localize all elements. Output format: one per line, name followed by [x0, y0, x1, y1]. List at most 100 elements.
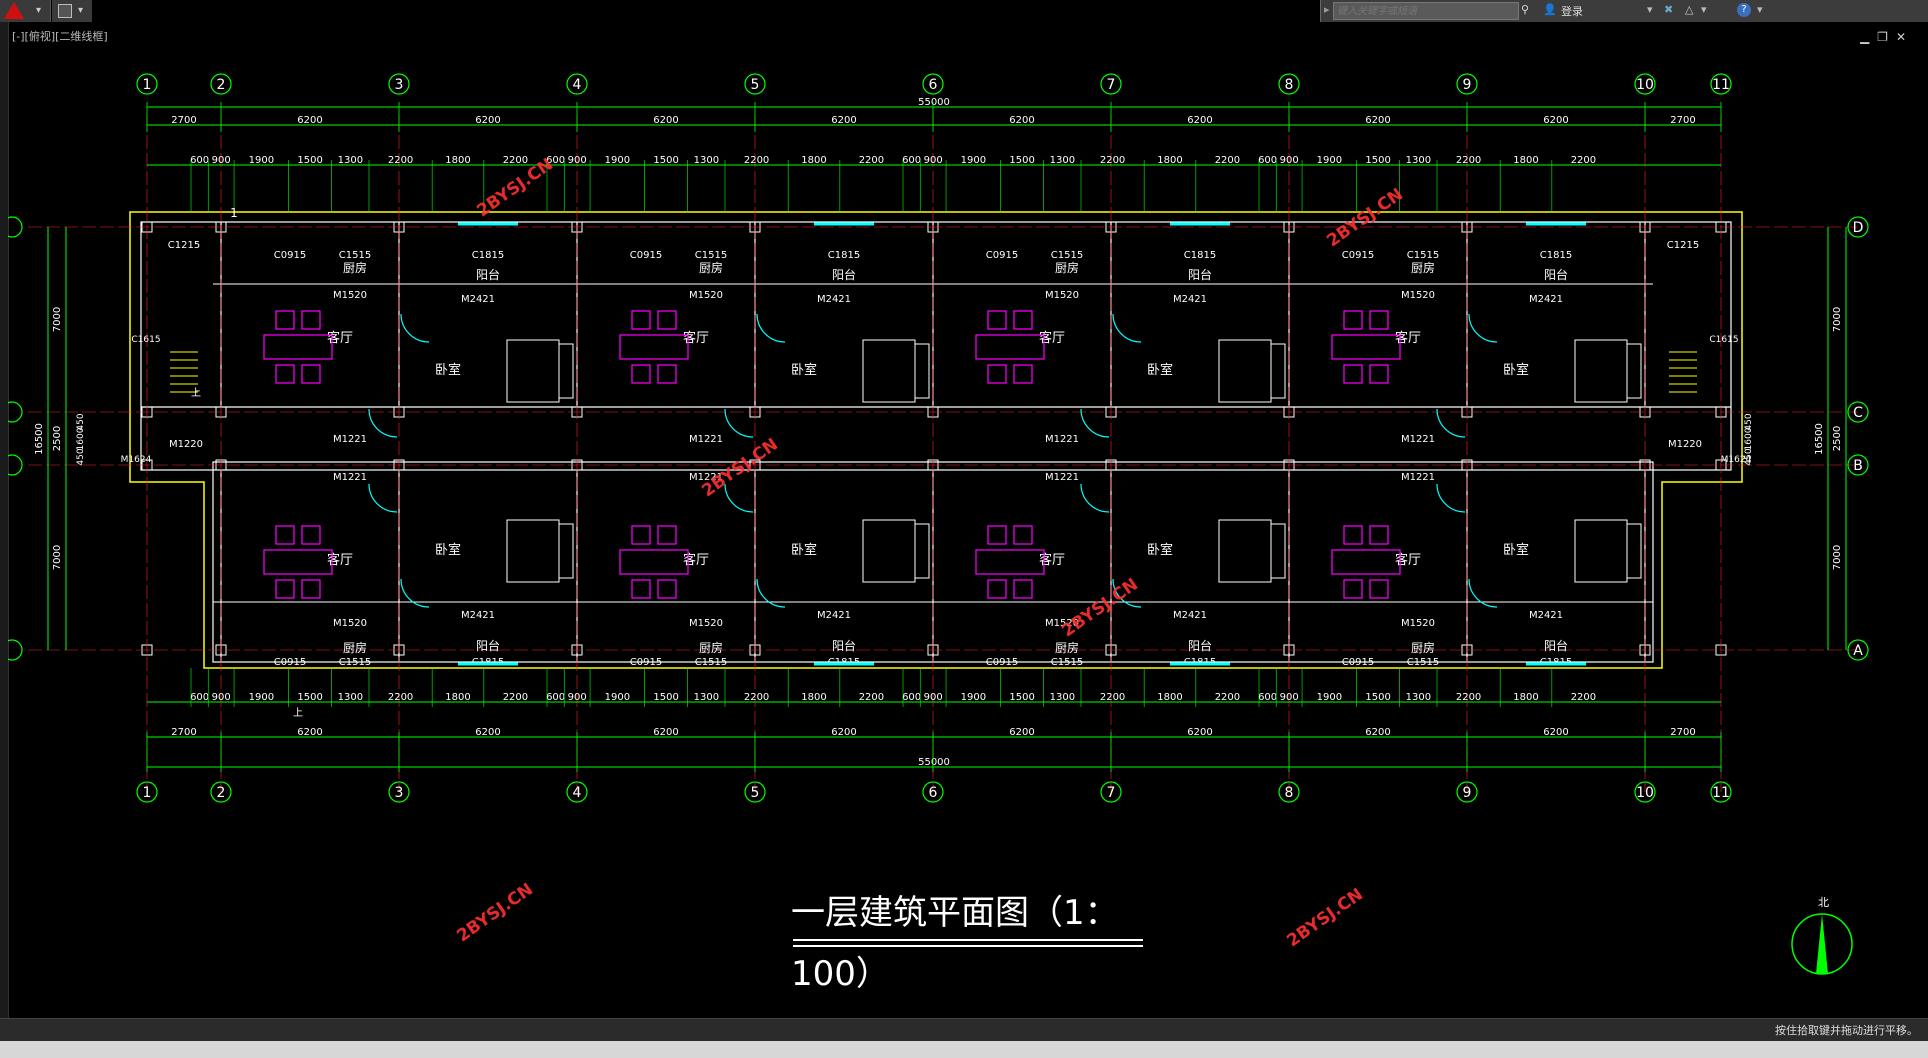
- bed-headboard: [1270, 343, 1286, 399]
- a360-icon[interactable]: △: [1685, 3, 1693, 16]
- chevron-down-icon[interactable]: ▾: [1757, 3, 1763, 16]
- window-label: C0915: [274, 250, 306, 261]
- watermark-text: 2BYSJ.CN: [1283, 885, 1366, 952]
- room-label-balcony: 阳台: [1188, 638, 1212, 653]
- login-button[interactable]: 登录: [1561, 3, 1583, 19]
- room-label-living: 客厅: [1039, 330, 1065, 346]
- dimension-detail: 1800: [1513, 155, 1538, 166]
- dimension-vertical: 7000: [52, 307, 63, 332]
- door-label: M1221: [333, 434, 367, 445]
- exchange-icon[interactable]: ✖: [1664, 3, 1673, 16]
- dimension-detail: 1300: [1406, 692, 1431, 703]
- axis-bubble-label: 4: [573, 785, 582, 801]
- bed-headboard: [914, 523, 930, 579]
- window-label: C1515: [695, 657, 727, 668]
- dimension-detail: 2200: [1100, 692, 1125, 703]
- door-swing: [1436, 483, 1466, 513]
- room-label-living: 客厅: [327, 330, 353, 346]
- axis-bubble-label: 6: [929, 785, 938, 801]
- stair-up-label: 上: [293, 707, 303, 719]
- door-label: M1220: [1668, 439, 1702, 450]
- drawing-canvas[interactable]: 5500055000270027006200620062006200620062…: [8, 22, 1928, 1018]
- door-swing: [1080, 408, 1110, 438]
- infocenter-bar: ▸ ⚲ 👤 登录 ▾ ✖ △ ▾ ? ▾: [1320, 0, 1928, 22]
- door-label: M2421: [1529, 610, 1563, 621]
- dimension-detail: 1800: [1157, 155, 1182, 166]
- dimension-bay: 2700: [171, 727, 196, 738]
- dimension-detail: 1500: [297, 155, 322, 166]
- axis-bubble-label: 7: [1107, 785, 1116, 801]
- save-icon[interactable]: [58, 4, 72, 18]
- dining-table: [1331, 549, 1401, 575]
- window-label: C1515: [695, 250, 727, 261]
- door-label: M1520: [1401, 618, 1435, 629]
- window-label: C1615: [131, 335, 160, 345]
- window-label: C1515: [1051, 657, 1083, 668]
- room-label-bedroom: 卧室: [791, 362, 817, 378]
- room-label-balcony: 阳台: [1544, 267, 1568, 282]
- dimension-detail: 2200: [1571, 155, 1596, 166]
- bed-headboard: [558, 343, 574, 399]
- search-input[interactable]: [1333, 2, 1519, 20]
- axis-bubble-label: 10: [1636, 77, 1654, 93]
- axis-bubble-label: 3: [395, 785, 404, 801]
- chevron-down-icon[interactable]: ▾: [1647, 3, 1653, 16]
- axis-bubble-label: 4: [573, 77, 582, 93]
- dimension-detail: 1800: [801, 155, 826, 166]
- axis-bubble-label: B: [1853, 458, 1863, 474]
- dimension-detail: 2200: [388, 692, 413, 703]
- window-label: C1815: [1184, 250, 1216, 261]
- door-label: M1624: [121, 455, 152, 465]
- axis-bubble-label: 1: [143, 785, 152, 801]
- help-icon[interactable]: ?: [1737, 3, 1751, 17]
- axis-bubble-label: 2: [217, 785, 226, 801]
- stair-up-label: 上: [191, 387, 201, 399]
- dimension-detail: 900: [568, 692, 587, 703]
- room-label-balcony: 阳台: [476, 638, 500, 653]
- axis-bubble: [8, 401, 23, 423]
- dining-chair: [275, 364, 295, 384]
- dining-table: [975, 549, 1045, 575]
- room-label-living: 客厅: [1395, 552, 1421, 568]
- dining-chair: [657, 579, 677, 599]
- door-label: M2421: [817, 294, 851, 305]
- dining-table: [619, 334, 689, 360]
- dining-chair: [301, 579, 321, 599]
- dimension-vertical: 7000: [1832, 307, 1843, 332]
- user-icon[interactable]: 👤: [1543, 3, 1557, 16]
- dining-chair: [631, 525, 651, 545]
- dimension-detail: 2200: [1571, 692, 1596, 703]
- room-label-bedroom: 卧室: [1503, 362, 1529, 378]
- room-label-kitchen: 厨房: [343, 260, 367, 275]
- door-swing: [1468, 313, 1498, 343]
- bed: [506, 339, 560, 403]
- dimension-detail: 1500: [297, 692, 322, 703]
- chevron-down-icon[interactable]: ▾: [1701, 3, 1707, 16]
- window-label: C0915: [1342, 657, 1374, 668]
- room-label-living: 客厅: [1395, 330, 1421, 346]
- window-label: C0915: [274, 657, 306, 668]
- chevron-left-icon[interactable]: ▸: [1324, 3, 1330, 16]
- dimension-bay: 6200: [297, 727, 322, 738]
- application-menu-button[interactable]: ▾: [0, 0, 51, 22]
- door-label: M2421: [1529, 294, 1563, 305]
- dimension-detail: 900: [1280, 692, 1299, 703]
- window-label: C0915: [986, 250, 1018, 261]
- dining-chair: [631, 579, 651, 599]
- axis-bubble-label: 7: [1107, 77, 1116, 93]
- chevron-down-icon[interactable]: ▾: [78, 5, 83, 16]
- dimension-detail: 2200: [1100, 155, 1125, 166]
- room-label-kitchen: 厨房: [1411, 260, 1435, 275]
- dining-chair: [657, 364, 677, 384]
- axis-bubble-label: 9: [1463, 77, 1472, 93]
- door-label: M1221: [1401, 434, 1435, 445]
- door-swing: [400, 578, 430, 608]
- binoculars-icon[interactable]: ⚲: [1521, 3, 1529, 16]
- dimension-detail: 1900: [1317, 692, 1342, 703]
- axis-bubble-label: 5: [751, 77, 760, 93]
- dimension-detail: 1500: [1009, 155, 1034, 166]
- north-arrow-pointer: [1816, 914, 1828, 974]
- quick-access-toolbar[interactable]: ▾: [52, 0, 92, 22]
- door-label: M1221: [689, 434, 723, 445]
- dining-chair: [987, 525, 1007, 545]
